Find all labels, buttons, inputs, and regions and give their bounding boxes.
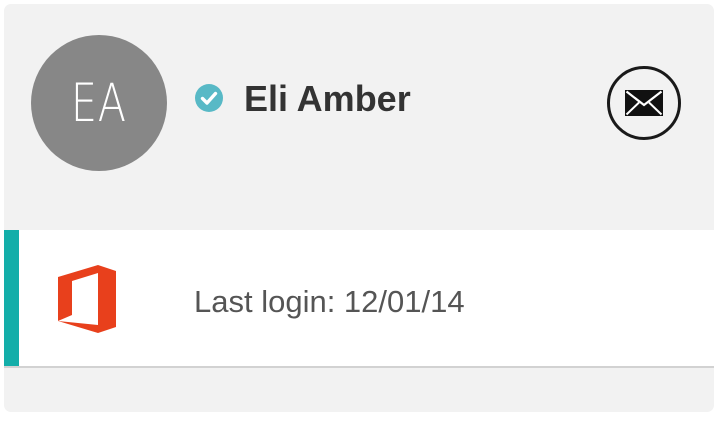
last-login-text: Last login: 12/01/14 — [194, 284, 465, 319]
user-card: EA Eli Amber Last login: 12/01/14 — [4, 4, 714, 412]
accent-bar — [4, 230, 19, 366]
user-header: EA Eli Amber — [4, 4, 714, 230]
last-login-row: Last login: 12/01/14 — [4, 230, 714, 368]
avatar-initials: EA — [71, 72, 127, 134]
check-circle-icon — [195, 84, 223, 112]
envelope-icon — [625, 90, 663, 116]
user-name: Eli Amber — [244, 78, 411, 119]
office-icon — [58, 265, 116, 333]
send-message-button[interactable] — [607, 66, 681, 140]
avatar[interactable]: EA — [31, 35, 167, 171]
